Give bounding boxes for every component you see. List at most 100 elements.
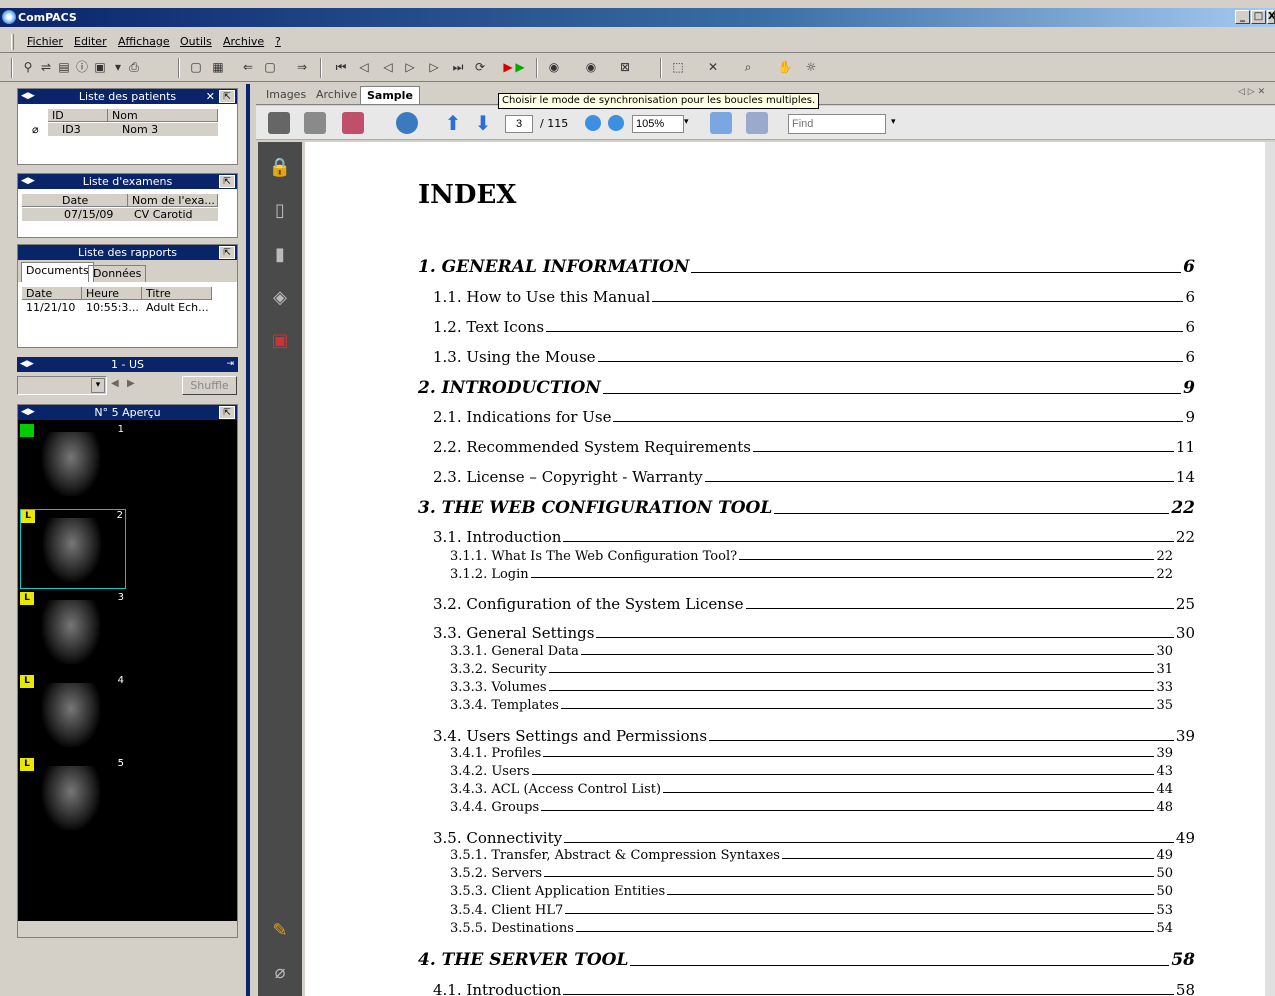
toc-entry[interactable]: 2. INTRODUCTION 9 (418, 376, 1195, 398)
menu-outils[interactable]: Outils (180, 35, 212, 48)
preview-scrollbar[interactable] (18, 921, 237, 937)
toc-entry[interactable]: 3.4.3. ACL (Access Control List) 44 (450, 780, 1173, 797)
tab-scroll-icon[interactable]: ◁ ▷ ✕ (1238, 87, 1265, 97)
toc-entry[interactable]: 3.5.1. Transfer, Abstract & Compression … (450, 846, 1173, 863)
toc-entry[interactable]: 3.5.4. Client HL7 53 (450, 901, 1173, 918)
next-page-icon[interactable]: ⬇ (472, 112, 494, 134)
network-icon[interactable]: ⇌ (38, 59, 54, 75)
layout-grid-icon[interactable]: ▦ (210, 59, 226, 75)
thumbnail-3[interactable]: L 3 (20, 592, 126, 672)
toc-entry[interactable]: 2.3. License – Copyright - Warranty 14 (433, 466, 1195, 486)
info-icon[interactable]: ⓘ (74, 59, 90, 75)
arrow-right-icon[interactable]: ⇒ (294, 59, 310, 75)
close-button[interactable]: X (1267, 10, 1275, 24)
tab-documents[interactable]: Documents (21, 262, 94, 282)
thumbnail-4[interactable]: L 4 (20, 675, 126, 755)
lock-icon[interactable]: 🔒 (268, 157, 292, 181)
table-row[interactable]: 07/15/09 CV Carotid (22, 208, 218, 221)
col-date[interactable]: Date (22, 194, 128, 207)
attachments-icon[interactable]: ◈ (268, 287, 292, 311)
prev-frame-icon[interactable]: ◁ (380, 59, 396, 75)
toc-entry[interactable]: 4. THE SERVER TOOL 58 (418, 948, 1195, 970)
menu-archive[interactable]: Archive (223, 35, 264, 48)
sync-play-green-icon[interactable]: ▶ (512, 59, 528, 75)
magnify-icon[interactable]: ⌕ (740, 59, 756, 75)
print-icon[interactable]: ⎙ (126, 59, 142, 75)
expand-arrows-icon[interactable]: ◀▶ (20, 357, 34, 372)
page-number-input[interactable] (505, 115, 533, 133)
toc-entry[interactable]: 3.4.4. Groups 48 (450, 798, 1173, 815)
thumbnail-2[interactable]: L 2 (20, 509, 126, 589)
expand-arrows-icon[interactable]: ◀▶ (21, 89, 35, 104)
window-level-icon[interactable]: ◉ (546, 59, 562, 75)
pin-icon[interactable]: ⇥ (226, 357, 234, 372)
toc-entry[interactable]: 3.5.3. Client Application Entities 50 (450, 882, 1173, 899)
prev-series-icon[interactable]: ◁ (356, 59, 372, 75)
zoom-out-icon[interactable] (585, 115, 601, 131)
menu-editer[interactable]: Editer (74, 35, 107, 48)
menu-fichier[interactable]: Fichier (27, 35, 63, 48)
toc-entry[interactable]: 3.3.4. Templates 35 (450, 696, 1173, 713)
toc-entry[interactable]: 1.3. Using the Mouse 6 (433, 346, 1195, 366)
toc-entry[interactable]: 1.2. Text Icons 6 (433, 316, 1195, 336)
select-icon[interactable]: ⬚ (670, 59, 686, 75)
measure-icon[interactable]: ⊠ (617, 59, 633, 75)
col-heure[interactable]: Heure (82, 287, 142, 300)
pin-icon[interactable]: ⇱ (219, 246, 235, 259)
toc-entry[interactable]: 1.1. How to Use this Manual 6 (433, 286, 1195, 306)
pan-zoom-icon[interactable]: ✕ (705, 59, 721, 75)
toc-entry[interactable]: 3.3.2. Security 31 (450, 660, 1173, 677)
email-icon[interactable] (342, 112, 364, 134)
toc-entry[interactable]: 3.5.5. Destinations 54 (450, 919, 1173, 936)
bookmarks-icon[interactable]: ▮ (268, 244, 292, 268)
loop-icon[interactable]: ⟳ (472, 59, 488, 75)
col-id[interactable]: ID (48, 109, 108, 122)
search-patient-icon[interactable]: ⚲ (20, 59, 36, 75)
toc-entry[interactable]: 3.4.2. Users 43 (450, 762, 1173, 779)
zoom-in-icon[interactable] (608, 115, 624, 131)
toc-entry[interactable]: 3.4. Users Settings and Permissions 39 (433, 725, 1195, 745)
fit-width-icon[interactable] (710, 112, 732, 134)
pin-icon[interactable]: ⇱ (219, 406, 235, 419)
report-icon[interactable]: ▣ (92, 59, 108, 75)
tab-donnees[interactable]: Données (88, 265, 147, 282)
document-icon[interactable]: ▤ (56, 59, 72, 75)
toc-entry[interactable]: 3.1. Introduction 22 (433, 526, 1195, 546)
col-date[interactable]: Date (22, 287, 82, 300)
pin-icon[interactable]: ⇱ (219, 175, 235, 188)
save-icon[interactable] (304, 112, 326, 134)
close-panel-icon[interactable]: ✕ (206, 89, 215, 104)
next-frame-icon[interactable]: ▷ (402, 59, 418, 75)
contrast-icon[interactable]: ◉ (583, 59, 599, 75)
maximize-button[interactable]: □ (1251, 10, 1266, 24)
fit-page-icon[interactable] (746, 112, 768, 134)
prev-series-icon[interactable]: ◀ (111, 378, 119, 389)
first-frame-icon[interactable]: ⏮ (333, 59, 349, 75)
toc-entry[interactable]: 4.1. Introduction 58 (433, 979, 1195, 996)
brightness-icon[interactable]: ☼ (803, 59, 819, 75)
toc-entry[interactable]: 2.2. Recommended System Requirements 11 (433, 436, 1195, 456)
toc-entry[interactable]: 3. THE WEB CONFIGURATION TOOL 22 (418, 496, 1195, 518)
next-series-icon[interactable]: ▷ (426, 59, 442, 75)
thumbnail-1[interactable]: 1 (20, 424, 126, 504)
toc-entry[interactable]: 1. GENERAL INFORMATION 6 (418, 255, 1195, 277)
toc-entry[interactable]: 3.3. General Settings 30 (433, 622, 1195, 642)
left-splitter[interactable] (246, 84, 250, 996)
pin-icon[interactable]: ⇱ (219, 90, 235, 103)
toc-entry[interactable]: 2.1. Indications for Use 9 (433, 406, 1195, 426)
minimize-button[interactable]: _ (1235, 10, 1250, 24)
dropdown-icon[interactable]: ▾ (110, 59, 126, 75)
menu-help[interactable]: ? (275, 35, 281, 48)
menu-affichage[interactable]: Affichage (118, 35, 170, 48)
paperclip-icon[interactable]: ⌀ (268, 962, 292, 986)
next-series-icon[interactable]: ▶ (127, 378, 135, 389)
expand-arrows-icon[interactable]: ◀▶ (21, 174, 35, 189)
pages-icon[interactable]: ▯ (268, 200, 292, 224)
layout-single-icon[interactable]: ▢ (188, 59, 204, 75)
comments-icon[interactable]: ✎ (268, 920, 292, 944)
collaborate-icon[interactable] (396, 112, 418, 134)
print-icon[interactable] (268, 112, 290, 134)
zoom-input[interactable] (632, 115, 684, 133)
table-row[interactable]: 11/21/10 10:55:3... Adult Ech... (22, 301, 222, 314)
toc-entry[interactable]: 3.5. Connectivity 49 (433, 827, 1195, 847)
